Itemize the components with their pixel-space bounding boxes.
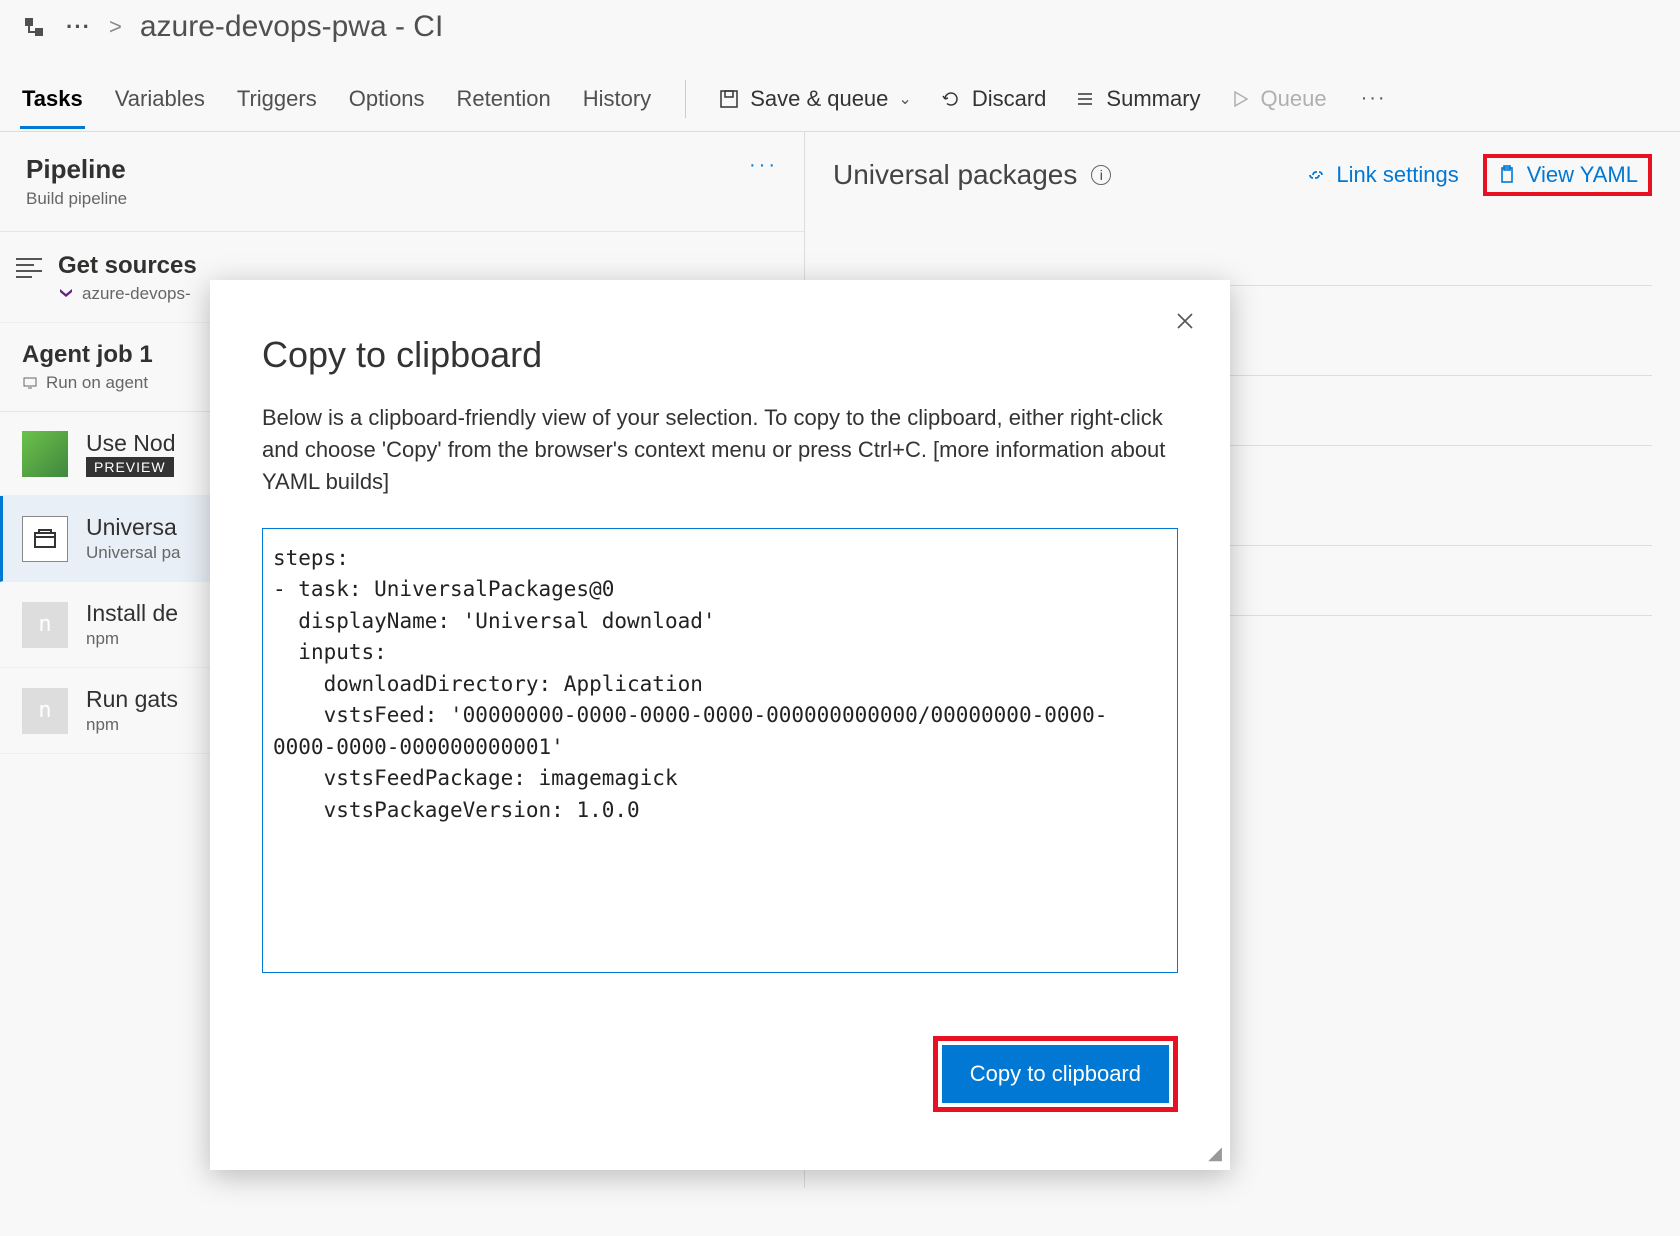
link-settings-button[interactable]: Link settings	[1306, 162, 1458, 188]
npm-icon: n	[22, 688, 68, 734]
breadcrumb-title[interactable]: azure-devops-pwa - CI	[140, 10, 443, 44]
close-button[interactable]	[1174, 310, 1196, 332]
pipelines-icon[interactable]	[20, 13, 48, 41]
nodejs-icon	[22, 431, 68, 477]
list-icon	[1074, 88, 1096, 110]
link-settings-label: Link settings	[1336, 162, 1458, 188]
tab-variables[interactable]: Variables	[113, 70, 207, 128]
discard-button[interactable]: Discard	[940, 86, 1047, 112]
play-icon	[1229, 88, 1251, 110]
pipeline-more[interactable]: ···	[749, 154, 778, 177]
tab-history[interactable]: History	[581, 70, 653, 128]
undo-icon	[940, 88, 962, 110]
view-yaml-highlight: View YAML	[1483, 154, 1652, 196]
preview-badge: PREVIEW	[86, 457, 174, 477]
save-queue-label: Save & queue	[750, 86, 888, 112]
pipeline-tabbar: Tasks Variables Triggers Options Retenti…	[0, 66, 1680, 132]
discard-label: Discard	[972, 86, 1047, 112]
get-sources-title: Get sources	[58, 252, 197, 280]
info-icon[interactable]: i	[1091, 165, 1111, 185]
task-title: Universa	[86, 514, 181, 541]
modal-title: Copy to clipboard	[262, 334, 1178, 376]
view-yaml-button[interactable]: View YAML	[1497, 162, 1638, 188]
package-icon	[22, 516, 68, 562]
toolbar-divider	[685, 80, 686, 118]
task-sub: npm	[86, 629, 178, 649]
chevron-right-icon: >	[109, 14, 122, 40]
toolbar-more[interactable]: ···	[1361, 87, 1387, 110]
copy-button-highlight: Copy to clipboard	[933, 1036, 1178, 1112]
pipeline-title: Pipeline	[26, 154, 127, 185]
tab-triggers[interactable]: Triggers	[235, 70, 319, 128]
chevron-down-icon: ⌄	[898, 89, 911, 109]
task-sub: Universal pa	[86, 543, 181, 563]
view-yaml-label: View YAML	[1527, 162, 1638, 188]
breadcrumb: ··· > azure-devops-pwa - CI	[0, 0, 1680, 66]
tab-retention[interactable]: Retention	[455, 70, 553, 128]
modal-description: Below is a clipboard-friendly view of yo…	[262, 402, 1178, 498]
get-sources-icon	[16, 258, 42, 304]
get-sources-sub: azure-devops-	[58, 284, 197, 304]
npm-icon: n	[22, 602, 68, 648]
save-icon	[718, 88, 740, 110]
task-title: Use Nod	[86, 430, 175, 457]
tab-options[interactable]: Options	[347, 70, 427, 128]
save-queue-button[interactable]: Save & queue ⌄	[718, 86, 912, 112]
resize-handle[interactable]: ◢	[1208, 1143, 1222, 1164]
copy-to-clipboard-button[interactable]: Copy to clipboard	[942, 1045, 1169, 1103]
task-title: Install de	[86, 600, 178, 627]
task-detail-title: Universal packages	[833, 159, 1077, 191]
task-sub: npm	[86, 715, 178, 735]
tab-tasks[interactable]: Tasks	[20, 70, 85, 128]
clipboard-icon	[1497, 165, 1517, 185]
pipeline-header[interactable]: Pipeline Build pipeline ···	[0, 132, 804, 232]
queue-button: Queue	[1229, 86, 1327, 112]
task-title: Run gats	[86, 686, 178, 713]
queue-label: Queue	[1261, 86, 1327, 112]
field-row	[833, 196, 1652, 286]
breadcrumb-more[interactable]: ···	[66, 14, 91, 40]
copy-clipboard-modal: Copy to clipboard Below is a clipboard-f…	[210, 280, 1230, 1170]
yaml-textarea[interactable]	[262, 528, 1178, 973]
link-icon	[1306, 165, 1326, 185]
pipeline-subtitle: Build pipeline	[26, 189, 127, 209]
summary-label: Summary	[1106, 86, 1200, 112]
summary-button[interactable]: Summary	[1074, 86, 1200, 112]
